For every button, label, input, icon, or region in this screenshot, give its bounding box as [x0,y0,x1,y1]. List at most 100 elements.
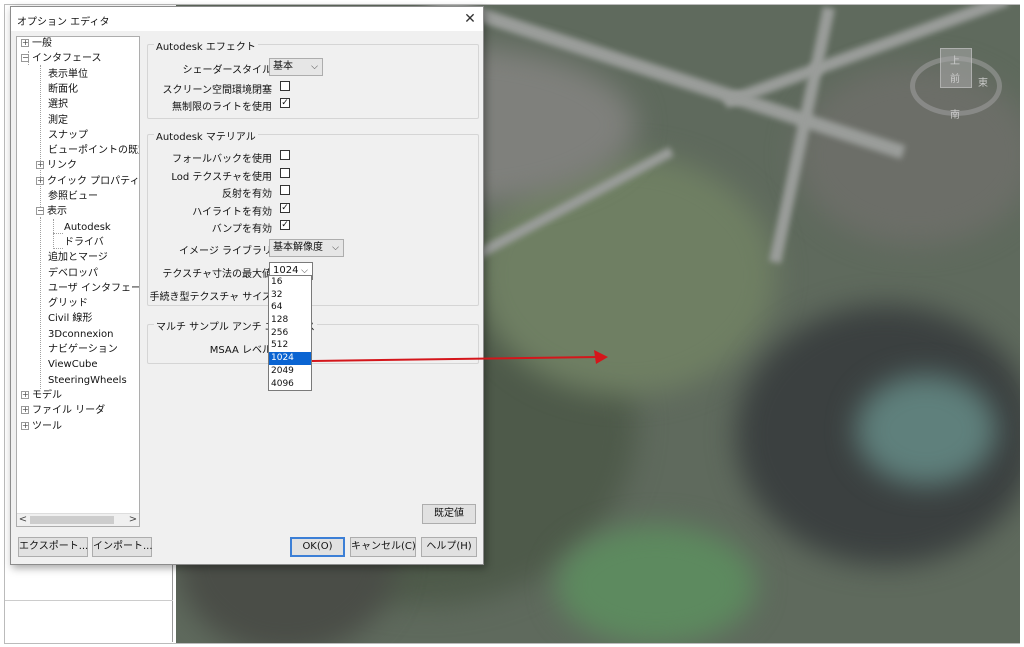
cancel-button[interactable]: キャンセル(C) [350,537,416,557]
tree-item-sectioning[interactable]: 断面化 [48,83,78,97]
tree-item-label: 選択 [48,99,68,111]
help-button[interactable]: ヘルプ(H) [421,537,477,557]
tree-item-drivers[interactable]: ドライバ [64,236,104,250]
tree-item-steeringwheels[interactable]: SteeringWheels [48,374,127,388]
tree-item-label: Autodesk [64,221,111,233]
image-library-value: 基本解像度 [273,242,323,253]
tree-item-selection[interactable]: 選択 [48,98,68,112]
texture-size-option[interactable]: 2049 [269,365,311,378]
texture-max-size-label: テクスチャ寸法の最大値 [162,269,272,280]
dialog-title: オプション エディタ [17,17,110,28]
ok-button[interactable]: OK(O) [290,537,345,557]
scroll-right-icon[interactable]: > [127,514,139,526]
texture-size-option[interactable]: 32 [269,289,311,302]
image-library-select[interactable]: 基本解像度 ⌵ [269,239,344,257]
tree-item-label: ドライバ [64,236,104,248]
tree-item-3dconnexion[interactable]: 3Dconnexion [48,328,113,342]
expand-icon[interactable]: + [21,390,29,399]
expand-icon[interactable]: + [21,39,29,47]
tree-item-label: デベロッパ [48,267,98,279]
tree-item-label: 参照ビュー [48,191,98,202]
ssao-checkbox[interactable] [280,81,290,91]
expand-icon[interactable]: + [21,421,29,430]
tree-item-viewpoint-defaults[interactable]: ビューポイントの既定 [48,144,139,158]
scroll-left-icon[interactable]: < [17,514,29,526]
chevron-down-icon: ⌵ [311,62,318,72]
tree-item-label: ツール [32,420,62,432]
texture-size-option[interactable]: 4096 [269,378,311,391]
left-panel-area [5,560,173,642]
tree-item-grid[interactable]: グリッド [48,297,88,311]
unlimited-lights-checkbox[interactable]: ✓ [280,98,290,108]
tree-horizontal-scrollbar[interactable]: < > [17,513,139,526]
tree-item-reference-views[interactable]: 参照ビュー [48,190,98,204]
tree-item-developer[interactable]: デベロッパ [48,267,98,281]
tree-item-navigation[interactable]: ナビゲーション [48,343,118,357]
image-library-label: イメージ ライブラリ [179,246,272,257]
lod-texture-label: Lod テクスチャを使用 [171,172,272,183]
texture-size-option[interactable]: 512 [269,339,311,352]
viewcube[interactable]: 上 前 南 東 [906,40,1006,121]
unlimited-lights-label: 無制限のライトを使用 [172,102,272,113]
tree-item-general[interactable]: + 一般 [21,37,52,51]
texture-size-option[interactable]: 128 [269,314,311,327]
fallback-checkbox[interactable] [280,150,290,160]
bump-label: バンプを有効 [211,224,272,235]
viewcube-south-label: 南 [950,110,960,121]
scroll-thumb[interactable] [30,516,114,524]
tree-item-user-interface[interactable]: ユーザ インタフェース [48,282,140,296]
tree-item-tools[interactable]: + ツール [21,420,62,434]
tree-item-civil-alignment[interactable]: Civil 線形 [48,312,92,326]
tree-item-file-readers[interactable]: + ファイル リーダ [21,404,105,418]
tree-item-label: グリッド [48,298,88,310]
tree-item-snapping[interactable]: スナップ [48,129,88,143]
texture-size-option[interactable]: 256 [269,327,311,340]
tree-item-model[interactable]: + モデル [21,389,62,403]
texture-size-dropdown-list[interactable]: 16 32 64 128 256 512 1024 2049 4096 [268,275,312,391]
bump-checkbox[interactable]: ✓ [280,220,290,230]
chevron-down-icon: ⌵ [332,243,339,253]
tree-item-label: 追加とマージ [48,252,108,264]
tree-item-label: 断面化 [48,83,78,95]
tree-item-label: ViewCube [48,359,98,371]
tree-item-quick-properties[interactable]: + クイック プロパティ [36,175,140,189]
tree-item-display[interactable]: − 表示 [36,205,67,219]
expand-icon[interactable]: + [36,161,44,170]
screen: 上 前 南 東 オプション エディタ ✕ + 一般 − インタフェース 表示単位 断… [0,0,1024,647]
tree-item-measure[interactable]: 測定 [48,114,68,128]
effects-group-title: Autodesk エフェクト [154,38,258,53]
tree-item-label: ユーザ インタフェース [48,282,140,294]
tree-item-viewcube[interactable]: ViewCube [48,358,98,372]
tree-item-label: SteeringWheels [48,374,127,386]
defaults-button[interactable]: 既定値 [422,504,476,524]
options-tree[interactable]: + 一般 − インタフェース 表示単位 断面化 選択 測定 スナップ ビューポイント… [16,36,140,527]
collapse-icon[interactable]: − [36,207,44,216]
dialog-titlebar[interactable]: オプション エディタ ✕ [11,7,483,31]
tree-item-autodesk[interactable]: Autodesk [64,221,111,235]
tree-item-interface[interactable]: − インタフェース [21,52,102,66]
tree-item-links[interactable]: + リンク [36,159,77,173]
lod-texture-checkbox[interactable] [280,168,290,178]
tree-item-label: 表示単位 [48,68,88,80]
expand-icon[interactable]: + [21,406,29,415]
left-panel-divider [5,600,173,601]
highlight-checkbox[interactable]: ✓ [280,203,290,213]
texture-size-option[interactable]: 64 [269,301,311,314]
tree-item-label: 3Dconnexion [48,328,114,340]
export-button[interactable]: エクスポート... [18,537,88,557]
viewcube-east-label: 東 [978,78,988,89]
texture-size-option[interactable]: 16 [269,276,311,289]
texture-size-option[interactable]: 1024 [269,352,311,365]
expand-icon[interactable]: + [36,176,44,185]
tree-item-label: クイック プロパティ [47,175,140,187]
msaa-group: マルチ サンプル アンチ エイリアス [147,318,479,364]
tree-item-display-units[interactable]: 表示単位 [48,68,88,82]
highlight-label: ハイライトを有効 [192,207,272,218]
close-button[interactable]: ✕ [459,9,481,29]
tree-item-label: 測定 [48,114,68,126]
tree-item-append-merge[interactable]: 追加とマージ [48,251,108,265]
collapse-icon[interactable]: − [21,54,29,63]
shader-style-select[interactable]: 基本 ⌵ [269,58,323,76]
import-button[interactable]: インポート... [92,537,153,557]
reflection-checkbox[interactable] [280,185,290,195]
